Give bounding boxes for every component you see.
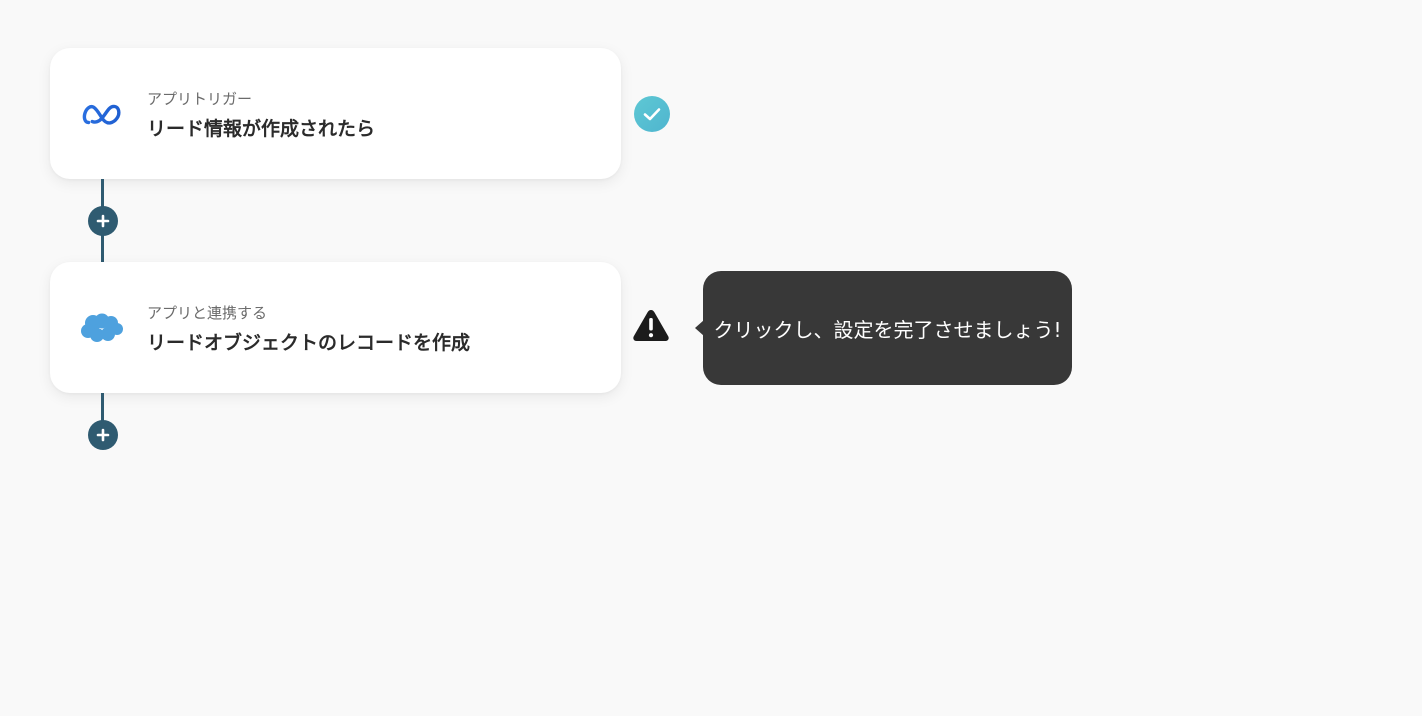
step-title: リードオブジェクトのレコードを作成 xyxy=(147,332,471,354)
warning-icon xyxy=(631,307,671,343)
flow-step-trigger-card[interactable]: アプリトリガー リード情報が作成されたら xyxy=(50,48,621,179)
plus-icon xyxy=(96,428,110,442)
meta-logo-icon xyxy=(80,92,124,136)
salesforce-cloud-icon xyxy=(80,306,124,350)
flow-canvas: アプリトリガー リード情報が作成されたら アプリと連携する リードオブジェクトの… xyxy=(0,0,1422,716)
add-step-button[interactable] xyxy=(88,420,118,450)
tooltip-text: クリックし、設定を完了させましょう! xyxy=(713,317,1062,342)
flow-connector-line xyxy=(101,393,104,423)
check-circle-icon xyxy=(634,96,670,132)
setup-hint-tooltip: クリックし、設定を完了させましょう! xyxy=(695,271,1072,385)
step-title: リード情報が作成されたら xyxy=(147,118,376,140)
step-type-label: アプリトリガー xyxy=(147,90,253,108)
flow-step-action-card[interactable]: アプリと連携する リードオブジェクトのレコードを作成 xyxy=(50,262,621,393)
step-type-label: アプリと連携する xyxy=(147,304,268,322)
plus-icon xyxy=(96,214,110,228)
add-step-button[interactable] xyxy=(88,206,118,236)
